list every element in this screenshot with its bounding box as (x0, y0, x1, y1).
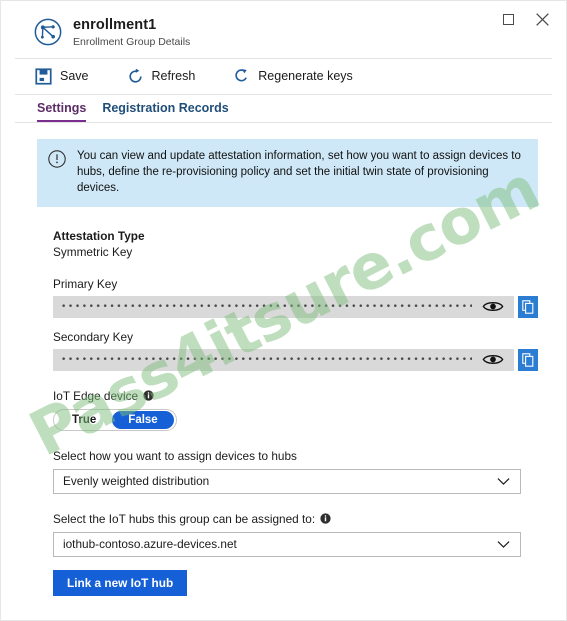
iot-hubs-select[interactable]: iothub-contoso.azure-devices.net (53, 531, 521, 557)
eye-show-icon (482, 302, 504, 312)
secondary-key-row: ••••••••••••••••••••••••••••••••••••••••… (53, 348, 538, 371)
tab-bar: Settings Registration Records (1, 95, 566, 122)
attestation-type-value: Symmetric Key (53, 244, 133, 259)
primary-key-row: ••••••••••••••••••••••••••••••••••••••••… (53, 295, 538, 318)
primary-key-input[interactable]: ••••••••••••••••••••••••••••••••••••••••… (53, 295, 472, 318)
allocation-policy-value: Evenly weighted distribution (63, 474, 210, 489)
primary-key-label: Primary Key (53, 277, 538, 291)
iot-hubs-value: iothub-contoso.azure-devices.net (63, 537, 237, 552)
tab-settings[interactable]: Settings (37, 101, 87, 122)
page-title: enrollment1 (73, 17, 157, 33)
info-banner: You can view and update attestation info… (37, 138, 538, 207)
close-x-icon (535, 12, 549, 26)
info-banner-text: You can view and update attestation info… (77, 149, 521, 195)
regenerate-keys-button[interactable]: Regenerate keys (233, 68, 353, 85)
info-icon[interactable] (143, 390, 154, 401)
dps-enrollment-icon (34, 18, 62, 46)
maximize-square-icon (502, 13, 514, 25)
allocation-policy-select[interactable]: Evenly weighted distribution (53, 468, 521, 494)
settings-fields: Attestation Type Symmetric Key Primary K… (15, 228, 552, 620)
iot-edge-device-label: IoT Edge device (53, 389, 538, 403)
maximize-button[interactable] (498, 9, 518, 29)
secondary-key-show-button[interactable] (472, 348, 514, 371)
iot-hubs-label: Select the IoT hubs this group can be as… (53, 512, 538, 526)
secondary-key-input[interactable]: ••••••••••••••••••••••••••••••••••••••••… (53, 348, 472, 371)
link-new-iot-hub-button[interactable]: Link a new IoT hub (53, 569, 188, 596)
allocation-policy-label: Select how you want to assign devices to… (53, 449, 538, 463)
window-controls (498, 9, 552, 29)
refresh-label: Refresh (151, 69, 196, 84)
save-floppy-icon (35, 68, 52, 85)
copy-clipboard-icon (522, 352, 534, 367)
iot-edge-device-toggle[interactable]: True False (53, 408, 177, 431)
secondary-key-copy-button[interactable] (518, 348, 538, 371)
page-subtitle: Enrollment Group Details (73, 35, 191, 48)
chevron-down-icon (497, 540, 510, 548)
header-titles: enrollment1 Enrollment Group Details (73, 17, 190, 48)
save-button[interactable]: Save (35, 68, 89, 85)
refresh-button[interactable]: Refresh (127, 68, 196, 85)
chevron-down-icon (497, 477, 510, 485)
regenerate-keys-label: Regenerate keys (258, 69, 353, 84)
iot-edge-device-label-text: IoT Edge device (53, 388, 139, 403)
regenerate-arrow-icon (235, 68, 248, 82)
primary-key-show-button[interactable] (472, 295, 514, 318)
secondary-key-label-text: Secondary Key (53, 329, 134, 344)
primary-key-copy-button[interactable] (518, 295, 538, 318)
info-icon[interactable] (320, 513, 331, 524)
window-header: enrollment1 Enrollment Group Details (1, 1, 566, 58)
iot-edge-option-false[interactable]: False (112, 410, 174, 429)
tabs-divider (15, 121, 552, 123)
iot-edge-option-true[interactable]: True (56, 411, 112, 429)
attestation-type-label: Attestation Type (53, 228, 145, 243)
iot-hubs-label-text: Select the IoT hubs this group can be as… (53, 511, 316, 526)
copy-clipboard-icon (522, 299, 534, 314)
allocation-policy-label-text: Select how you want to assign devices to… (53, 448, 297, 463)
refresh-circular-arrow-icon (128, 68, 142, 83)
enrollment-group-details-window: Pass4itsure.com enrollment1 Enrollment G… (0, 0, 567, 621)
command-toolbar: Save Refresh Regenerate keys (1, 59, 566, 94)
info-exclamation-circle-icon (48, 149, 66, 168)
eye-show-icon (482, 355, 504, 365)
save-label: Save (60, 69, 89, 84)
primary-key-label-text: Primary Key (53, 276, 118, 291)
tab-registration-records[interactable]: Registration Records (102, 101, 228, 122)
settings-panel: You can view and update attestation info… (1, 138, 566, 620)
secondary-key-label: Secondary Key (53, 330, 538, 344)
close-button[interactable] (532, 9, 552, 29)
